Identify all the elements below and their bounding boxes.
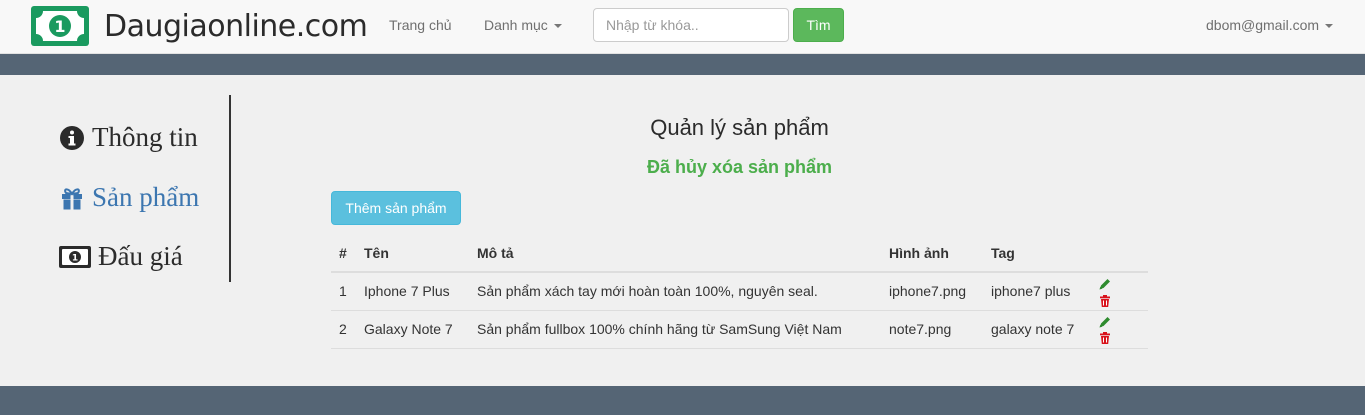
pencil-icon[interactable] bbox=[1098, 277, 1112, 291]
pencil-icon[interactable] bbox=[1098, 315, 1112, 329]
table-row: 2 Galaxy Note 7 Sản phẩm fullbox 100% ch… bbox=[331, 310, 1148, 349]
sidebar-item-label: Đấu giá bbox=[98, 241, 183, 271]
user-menu-dropdown[interactable]: dbom@gmail.com bbox=[1206, 17, 1334, 33]
cell-tag: iphone7 plus bbox=[983, 272, 1090, 311]
cell-actions bbox=[1090, 272, 1148, 311]
trash-icon[interactable] bbox=[1098, 294, 1112, 308]
cell-name: Galaxy Note 7 bbox=[356, 310, 469, 349]
cell-number: 1 bbox=[331, 272, 356, 311]
cell-image: iphone7.png bbox=[881, 272, 983, 311]
column-header-actions bbox=[1090, 235, 1148, 273]
cell-description: Sản phẩm fullbox 100% chính hãng từ SamS… bbox=[469, 310, 881, 349]
page-title: Quản lý sản phẩm bbox=[650, 115, 829, 140]
add-product-button[interactable]: Thêm sản phẩm bbox=[331, 191, 461, 225]
banknote-icon: 1 bbox=[59, 245, 91, 268]
cell-number: 2 bbox=[331, 310, 356, 349]
column-header-image: Hình ảnh bbox=[881, 235, 983, 273]
nav-category-dropdown[interactable]: Danh mục bbox=[484, 17, 562, 33]
sidebar: Thông tin Sản phẩm 1 Đấu giá bbox=[59, 95, 231, 282]
sidebar-item-auction[interactable]: 1 Đấu giá bbox=[59, 241, 183, 272]
top-navbar: 1 Daugiaonline.com Trang chủ Danh mục Tì… bbox=[0, 0, 1365, 54]
header-band bbox=[0, 54, 1365, 75]
footer-band bbox=[0, 386, 1365, 415]
sidebar-item-label: Sản phẩm bbox=[92, 182, 200, 212]
column-header-name: Tên bbox=[356, 235, 469, 273]
gift-icon bbox=[62, 187, 82, 210]
nav-home-link[interactable]: Trang chủ bbox=[389, 17, 452, 33]
caret-down-icon bbox=[1325, 24, 1334, 29]
cell-name: Iphone 7 Plus bbox=[356, 272, 469, 311]
sidebar-item-products[interactable]: Sản phẩm bbox=[59, 182, 199, 213]
cell-description: Sản phẩm xách tay mới hoàn toàn 100%, ng… bbox=[469, 272, 881, 311]
search-input[interactable] bbox=[593, 8, 789, 42]
sidebar-item-info[interactable]: Thông tin bbox=[59, 122, 198, 153]
info-circle-icon bbox=[60, 125, 84, 150]
cell-image: note7.png bbox=[881, 310, 983, 349]
sidebar-item-label: Thông tin bbox=[92, 122, 198, 152]
cell-tag: galaxy note 7 bbox=[983, 310, 1090, 349]
table-header-row: # Tên Mô tả Hình ảnh Tag bbox=[331, 235, 1148, 273]
status-message: Đã hủy xóa sản phẩm bbox=[646, 157, 833, 177]
cell-actions bbox=[1090, 310, 1148, 349]
svg-text:1: 1 bbox=[72, 253, 78, 263]
column-header-number: # bbox=[331, 235, 356, 273]
column-header-tag: Tag bbox=[983, 235, 1090, 273]
nav-category-label: Danh mục bbox=[484, 17, 548, 33]
products-table: # Tên Mô tả Hình ảnh Tag 1 Iphone 7 Plus… bbox=[331, 235, 1148, 349]
user-email: dbom@gmail.com bbox=[1206, 17, 1320, 33]
caret-down-icon bbox=[553, 24, 562, 29]
brand-name: Daugiaonline.com bbox=[104, 8, 368, 44]
brand[interactable]: 1 Daugiaonline.com bbox=[31, 6, 368, 46]
trash-icon[interactable] bbox=[1098, 331, 1112, 345]
table-row: 1 Iphone 7 Plus Sản phẩm xách tay mới ho… bbox=[331, 272, 1148, 311]
svg-text:1: 1 bbox=[54, 17, 65, 36]
search-button[interactable]: Tìm bbox=[793, 8, 844, 42]
banknote-icon: 1 bbox=[31, 6, 89, 46]
column-header-description: Mô tả bbox=[469, 235, 881, 273]
